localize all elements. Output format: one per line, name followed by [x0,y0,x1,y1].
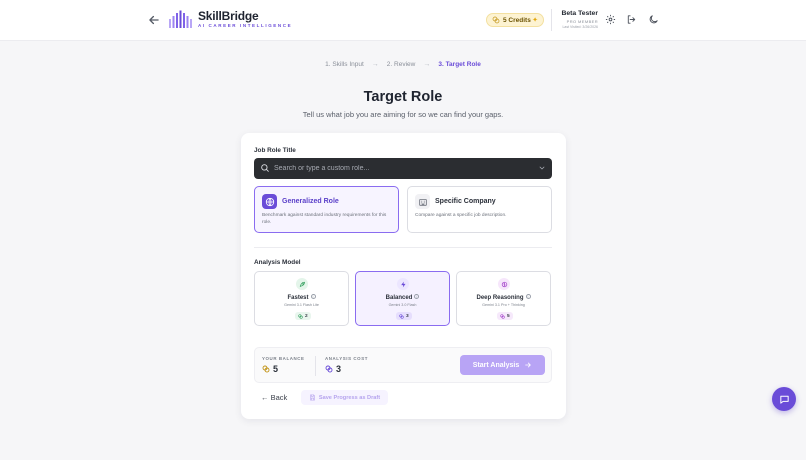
coins-icon [298,313,303,319]
search-icon [261,164,269,172]
option-specific-company[interactable]: Specific Company Compare against a speci… [407,186,552,233]
step-arrow-icon: → [423,61,431,68]
building-icon [415,194,430,209]
target-role-card: Job Role Title Generalized Role Benchmar… [241,133,566,419]
model-deep-reasoning[interactable]: Deep Reasoning i Gemini 3.1 Pro + Thinkin… [456,271,551,326]
cost-label: ANALYSIS COST [325,356,369,361]
option-title: Generalized Role [282,198,339,205]
job-role-label: Job Role Title [254,147,296,154]
dark-mode-moon-icon[interactable] [648,14,659,25]
step-arrow-icon: → [371,61,379,68]
info-icon[interactable]: i [414,294,420,299]
model-subtitle: Gemini 3.1 Pro + Thinking [482,303,525,307]
step-target-role[interactable]: 3. Target Role [438,61,481,68]
user-membership: PRO MEMBER [566,18,598,24]
rocket-icon [296,278,308,290]
model-cost-badge: 3 [396,312,412,320]
job-role-input[interactable] [274,161,524,176]
section-divider [254,247,552,248]
back-button[interactable]: ← Back [261,393,287,402]
user-last-visited: Last Visited: 3/26/2026 [562,25,598,29]
option-generalized-role[interactable]: Generalized Role Benchmark against stand… [254,186,399,233]
skillbridge-logo-icon[interactable] [168,10,192,29]
step-review[interactable]: 2. Review [387,61,416,68]
save-draft-label: Save Progress as Draft [318,394,381,401]
model-name: Balanced i [356,294,449,301]
arrow-right-icon [525,362,531,368]
model-name: Fastest i [255,294,348,301]
save-draft-button[interactable]: Save Progress as Draft [301,390,388,405]
model-balanced[interactable]: Balanced i Gemini 3.0 Flash 3 [355,271,450,326]
coins-icon [500,313,505,319]
page-subtitle: Tell us what job you are aiming for so w… [302,110,504,119]
brand-name: SkillBridge [198,9,259,23]
top-header: SkillBridge AI CAREER INTELLIGENCE 5 Cre… [0,0,806,41]
bolt-icon [397,278,409,290]
model-fastest[interactable]: Fastest i Gemini 3.1 Flash Lite 2 [254,271,349,326]
chat-bubble-icon [779,395,789,404]
coins-icon [325,365,333,373]
cost-value: 3 [325,364,341,374]
model-name: Deep Reasoning i [457,294,550,301]
credits-summary: YOUR BALANCE 5 ANALYSIS COST 3 Start Ana… [254,347,552,383]
analysis-model-label: Analysis Model [254,259,301,266]
start-analysis-button[interactable]: Start Analysis [460,355,545,375]
model-subtitle: Gemini 3.1 Flash Lite [284,303,319,307]
user-name: Beta Tester [561,10,598,17]
option-description: Compare against a specific job descripti… [415,213,507,218]
model-cost-badge: 2 [295,312,311,320]
info-icon[interactable]: i [310,294,316,299]
coins-icon [262,365,270,373]
back-arrow-icon[interactable] [147,13,161,27]
chevron-down-icon[interactable] [538,164,546,172]
job-role-search[interactable] [254,158,552,179]
page-title: Target Role [363,89,443,105]
option-title: Specific Company [435,198,496,205]
model-cost-badge: 5 [497,312,513,320]
balance-value: 5 [262,364,278,374]
logout-icon[interactable] [626,14,637,25]
info-icon[interactable]: i [525,294,531,299]
summary-divider [315,356,316,376]
step-skills-input[interactable]: 1. Skills Input [325,61,364,68]
balance-label: YOUR BALANCE [262,356,305,361]
option-description: Benchmark against standard industry requ… [262,213,387,225]
start-analysis-label: Start Analysis [472,361,520,369]
coins-icon [492,16,500,24]
save-icon [310,394,315,401]
globe-icon [262,194,277,209]
brand-tagline: AI CAREER INTELLIGENCE [198,23,293,28]
model-subtitle: Gemini 3.0 Flash [388,303,417,307]
chat-button[interactable] [772,387,796,411]
coins-icon [399,313,404,319]
brain-icon [498,278,510,290]
progress-stepper: 1. Skills Input → 2. Review → 3. Target … [0,61,806,68]
settings-gear-icon[interactable] [605,14,616,25]
